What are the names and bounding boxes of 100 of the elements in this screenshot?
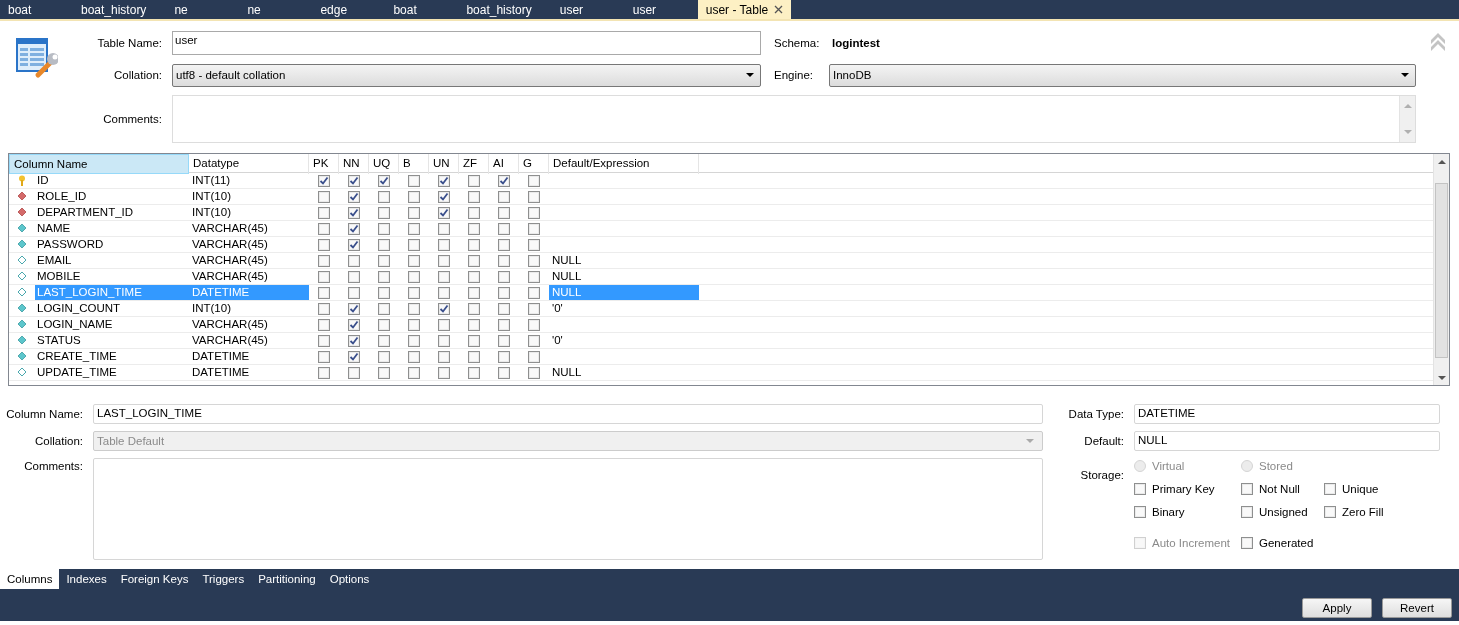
checkbox[interactable] xyxy=(528,270,540,283)
checkbox[interactable] xyxy=(498,238,510,251)
checkbox[interactable] xyxy=(438,270,450,283)
checkbox[interactable] xyxy=(318,254,330,267)
checkbox[interactable] xyxy=(378,206,390,219)
document-tab[interactable]: ne xyxy=(166,0,240,19)
comments-field[interactable] xyxy=(172,95,1416,143)
column-header[interactable]: B xyxy=(399,154,429,174)
checkbox[interactable] xyxy=(468,366,480,379)
revert-button[interactable]: Revert xyxy=(1382,598,1452,618)
checkbox[interactable] xyxy=(348,222,360,235)
checkbox[interactable] xyxy=(378,286,390,299)
checkbox[interactable] xyxy=(408,286,420,299)
checkbox[interactable] xyxy=(348,366,360,379)
column-header[interactable]: NN xyxy=(339,154,369,174)
document-tab[interactable]: boat_history xyxy=(73,0,167,19)
table-row[interactable]: LOGIN_COUNT INT(10) '0' xyxy=(9,301,1433,317)
checkbox-option[interactable]: Unsigned xyxy=(1241,506,1324,518)
checkbox[interactable] xyxy=(498,174,510,187)
checkbox-option[interactable]: Generated xyxy=(1241,537,1324,549)
checkbox[interactable] xyxy=(438,174,450,187)
checkbox[interactable] xyxy=(498,350,510,363)
checkbox[interactable] xyxy=(408,334,420,347)
scroll-down-icon[interactable] xyxy=(1437,376,1446,380)
checkbox[interactable] xyxy=(318,206,330,219)
comments-field[interactable] xyxy=(93,458,1043,560)
checkbox[interactable] xyxy=(318,366,330,379)
checkbox[interactable] xyxy=(408,254,420,267)
checkbox[interactable] xyxy=(408,174,420,187)
table-row[interactable]: UPDATE_TIME DATETIME NULL xyxy=(9,365,1433,381)
default-field[interactable]: NULL xyxy=(1134,431,1440,451)
collapse-icon[interactable] xyxy=(1428,31,1447,51)
checkbox[interactable] xyxy=(408,366,420,379)
checkbox[interactable] xyxy=(378,222,390,235)
checkbox[interactable] xyxy=(498,190,510,203)
checkbox[interactable] xyxy=(378,238,390,251)
checkbox[interactable] xyxy=(408,206,420,219)
checkbox[interactable] xyxy=(378,254,390,267)
checkbox[interactable] xyxy=(1324,483,1336,495)
checkbox[interactable] xyxy=(498,286,510,299)
table-row[interactable]: ID INT(11) xyxy=(9,173,1433,189)
checkbox[interactable] xyxy=(528,238,540,251)
checkbox[interactable] xyxy=(528,318,540,331)
collation-dropdown[interactable]: utf8 - default collation xyxy=(172,63,761,87)
checkbox[interactable] xyxy=(468,270,480,283)
checkbox[interactable] xyxy=(528,222,540,235)
checkbox-option[interactable]: Binary xyxy=(1134,506,1241,518)
column-header[interactable]: UQ xyxy=(369,154,399,174)
document-tab[interactable]: user xyxy=(624,0,698,19)
table-row[interactable]: DEPARTMENT_ID INT(10) xyxy=(9,205,1433,221)
checkbox[interactable] xyxy=(348,254,360,267)
column-header[interactable]: Column Name xyxy=(9,154,189,174)
document-tab[interactable]: user - Table xyxy=(697,0,792,19)
table-row[interactable]: LOGIN_NAME VARCHAR(45) xyxy=(9,317,1433,333)
checkbox[interactable] xyxy=(378,174,390,187)
checkbox[interactable] xyxy=(468,222,480,235)
checkbox[interactable] xyxy=(468,206,480,219)
table-row[interactable]: EMAIL VARCHAR(45) NULL xyxy=(9,253,1433,269)
checkbox[interactable] xyxy=(498,302,510,315)
checkbox-option[interactable]: Not Null xyxy=(1241,483,1324,495)
checkbox[interactable] xyxy=(318,270,330,283)
engine-dropdown[interactable]: InnoDB xyxy=(829,63,1416,87)
checkbox[interactable] xyxy=(498,254,510,267)
checkbox[interactable] xyxy=(528,350,540,363)
checkbox[interactable] xyxy=(468,350,480,363)
column-header[interactable]: AI xyxy=(489,154,519,174)
checkbox[interactable] xyxy=(348,190,360,203)
checkbox[interactable] xyxy=(378,318,390,331)
table-row[interactable]: CREATE_TIME DATETIME xyxy=(9,349,1433,365)
checkbox[interactable] xyxy=(438,190,450,203)
checkbox[interactable] xyxy=(498,222,510,235)
checkbox[interactable] xyxy=(318,334,330,347)
checkbox[interactable] xyxy=(348,334,360,347)
checkbox[interactable] xyxy=(408,318,420,331)
checkbox[interactable] xyxy=(468,302,480,315)
document-tab[interactable]: edge xyxy=(312,0,386,19)
checkbox[interactable] xyxy=(408,238,420,251)
checkbox[interactable] xyxy=(348,238,360,251)
checkbox[interactable] xyxy=(528,174,540,187)
checkbox[interactable] xyxy=(438,302,450,315)
checkbox[interactable] xyxy=(378,366,390,379)
checkbox[interactable] xyxy=(348,270,360,283)
checkbox[interactable] xyxy=(318,190,330,203)
editor-tab[interactable]: Indexes xyxy=(59,569,114,589)
checkbox[interactable] xyxy=(438,222,450,235)
document-tab[interactable]: ne xyxy=(239,0,313,19)
checkbox[interactable] xyxy=(498,270,510,283)
column-header[interactable]: UN xyxy=(429,154,459,174)
checkbox[interactable] xyxy=(468,174,480,187)
document-tab[interactable]: user xyxy=(551,0,625,19)
checkbox[interactable] xyxy=(1241,483,1253,495)
checkbox-option[interactable]: Zero Fill xyxy=(1324,506,1434,518)
checkbox[interactable] xyxy=(408,222,420,235)
checkbox[interactable] xyxy=(438,254,450,267)
checkbox[interactable] xyxy=(498,206,510,219)
checkbox[interactable] xyxy=(408,190,420,203)
apply-button[interactable]: Apply xyxy=(1302,598,1372,618)
checkbox[interactable] xyxy=(1134,483,1146,495)
table-row[interactable]: STATUS VARCHAR(45) '0' xyxy=(9,333,1433,349)
checkbox[interactable] xyxy=(498,334,510,347)
